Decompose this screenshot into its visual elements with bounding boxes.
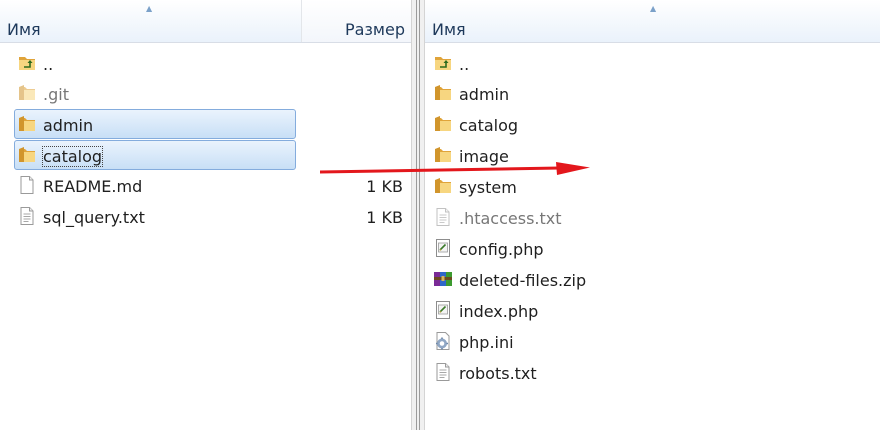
file-name: index.php — [459, 302, 539, 321]
file-name: .. — [459, 55, 470, 74]
column-size-label: Размер — [344, 20, 405, 39]
list-item[interactable]: .git — [0, 79, 411, 109]
list-item[interactable]: .htaccess.txt — [425, 203, 880, 233]
list-item[interactable]: index.php — [425, 296, 880, 326]
settings-file-icon — [433, 331, 453, 351]
list-item[interactable]: php.ini — [425, 327, 880, 357]
file-name: .git — [43, 85, 69, 104]
text-file-icon — [433, 362, 453, 382]
left-file-panel[interactable]: ▲ Имя Размер .. .git admin catalog READM… — [0, 0, 411, 430]
list-item[interactable]: deleted-files.zip — [425, 265, 880, 295]
column-name-label: Имя — [432, 20, 466, 39]
list-item-selected[interactable]: catalog — [14, 140, 296, 170]
list-item[interactable]: sql_query.txt 1 KB — [0, 202, 411, 232]
file-icon — [17, 175, 37, 195]
php-file-icon — [433, 300, 453, 320]
list-item[interactable]: robots.txt — [425, 358, 880, 388]
file-name: catalog — [41, 146, 104, 167]
column-size-header[interactable]: Размер — [302, 0, 411, 42]
file-name: admin — [459, 85, 510, 104]
file-size: 1 KB — [366, 208, 403, 227]
sort-ascending-icon: ▲ — [146, 4, 153, 13]
panel-splitter[interactable] — [411, 0, 425, 430]
list-item[interactable]: config.php — [425, 234, 880, 264]
file-name: config.php — [459, 240, 544, 259]
file-name: php.ini — [459, 333, 514, 352]
folder-icon — [17, 83, 37, 103]
text-file-icon — [433, 207, 453, 227]
file-name: sql_query.txt — [43, 208, 145, 227]
folder-icon — [433, 114, 453, 134]
file-name: catalog — [459, 116, 519, 135]
list-item-selected[interactable]: admin — [14, 109, 296, 139]
list-item[interactable]: admin — [425, 79, 880, 109]
up-folder-icon — [17, 53, 37, 73]
folder-icon — [433, 83, 453, 103]
file-name: .htaccess.txt — [459, 209, 562, 228]
list-item[interactable]: .. — [425, 49, 880, 79]
file-name: admin — [43, 116, 94, 135]
file-name: robots.txt — [459, 364, 537, 383]
column-name-label: Имя — [7, 20, 41, 39]
column-name-header[interactable]: ▲ Имя — [425, 0, 880, 42]
file-name: .. — [43, 55, 54, 74]
php-file-icon — [433, 238, 453, 258]
folder-icon — [17, 145, 37, 165]
list-item[interactable]: catalog — [425, 110, 880, 140]
file-name: system — [459, 178, 517, 197]
file-name: deleted-files.zip — [459, 271, 587, 290]
right-file-panel[interactable]: ▲ Имя .. admin catalog image system .hta… — [425, 0, 880, 430]
sort-ascending-icon: ▲ — [650, 4, 657, 13]
file-name: README.md — [43, 177, 143, 196]
archive-icon — [433, 269, 453, 289]
up-folder-icon — [433, 53, 453, 73]
drag-arrow — [320, 162, 590, 175]
text-file-icon — [17, 206, 37, 226]
left-column-header: ▲ Имя Размер — [0, 0, 411, 43]
column-name-header[interactable]: ▲ Имя — [0, 0, 302, 42]
right-column-header: ▲ Имя — [425, 0, 880, 43]
file-size: 1 KB — [366, 177, 403, 196]
folder-icon — [17, 114, 37, 134]
folder-icon — [433, 176, 453, 196]
list-item[interactable]: .. — [0, 49, 411, 79]
